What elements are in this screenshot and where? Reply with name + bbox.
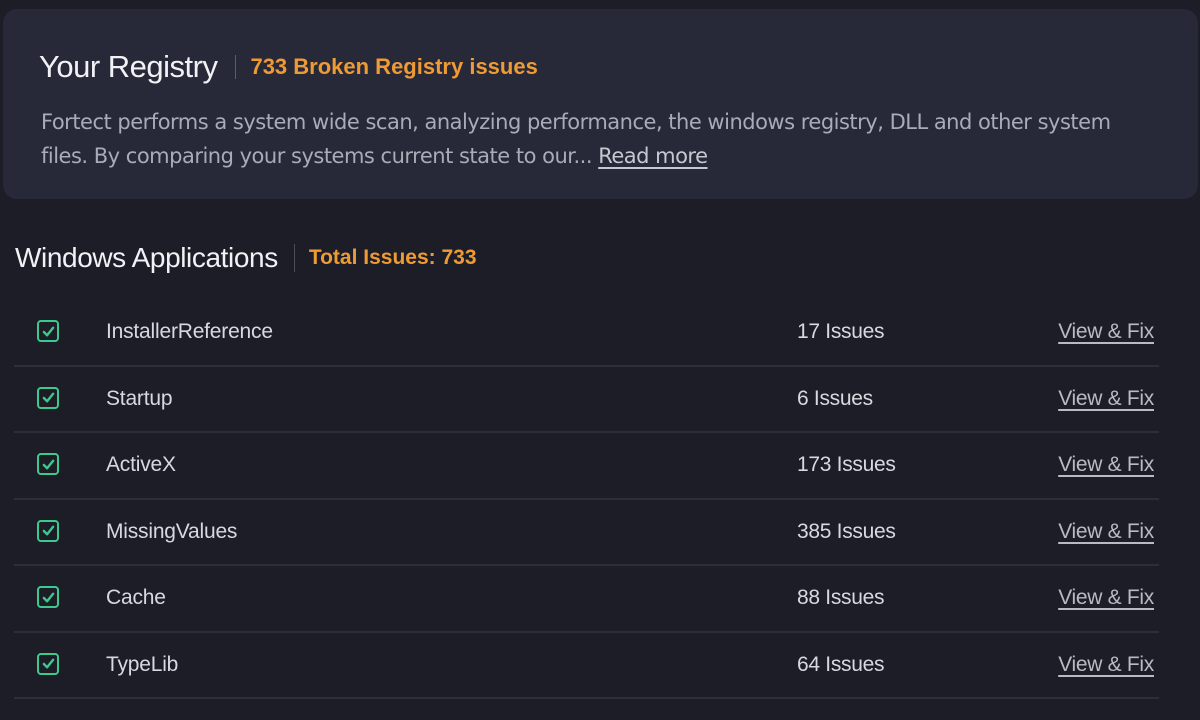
section-title: Windows Applications bbox=[15, 242, 278, 273]
item-issue-count: 6 Issues bbox=[797, 386, 873, 410]
item-checkbox[interactable] bbox=[37, 453, 59, 475]
card-description: Fortect performs a system wide scan, ana… bbox=[41, 105, 1151, 173]
view-fix-link[interactable]: View & Fix bbox=[1058, 586, 1154, 610]
divider bbox=[235, 55, 237, 79]
list-item: TypeLib 64 Issues View & Fix bbox=[14, 633, 1159, 699]
card-title: Your Registry bbox=[39, 49, 218, 84]
checkmark-icon bbox=[42, 525, 54, 536]
item-name: ActiveX bbox=[106, 453, 176, 476]
item-issue-count: 64 Issues bbox=[797, 652, 885, 676]
list-item: MissingValues 385 Issues View & Fix bbox=[14, 500, 1159, 566]
item-name: Startup bbox=[106, 386, 173, 410]
registry-scan-page: Your Registry 733 Broken Registry issues… bbox=[0, 0, 1200, 720]
checkmark-icon bbox=[42, 592, 54, 602]
view-fix-link[interactable]: View & Fix bbox=[1058, 653, 1154, 677]
issues-list: InstallerReference 17 Issues View & Fix … bbox=[14, 300, 1159, 699]
total-issues: Total Issues: 733 bbox=[308, 246, 477, 269]
item-checkbox[interactable] bbox=[37, 586, 59, 608]
item-name: TypeLib bbox=[106, 652, 179, 676]
item-name: MissingValues bbox=[106, 519, 238, 543]
divider bbox=[293, 244, 295, 272]
description-text: Fortect performs a system wide scan, ana… bbox=[41, 110, 1111, 168]
list-item: InstallerReference 17 Issues View & Fix bbox=[14, 300, 1159, 367]
list-item: Cache 88 Issues View & Fix bbox=[14, 566, 1159, 633]
item-issue-count: 88 Issues bbox=[797, 586, 885, 609]
item-name: InstallerReference bbox=[106, 320, 273, 343]
item-issue-count: 17 Issues bbox=[797, 320, 885, 343]
checkmark-icon bbox=[42, 392, 54, 403]
view-fix-link[interactable]: View & Fix bbox=[1058, 387, 1154, 411]
item-checkbox[interactable] bbox=[37, 652, 59, 675]
item-issue-count: 385 Issues bbox=[797, 519, 896, 543]
view-fix-link[interactable]: View & Fix bbox=[1058, 453, 1154, 477]
section-header: Windows Applications Total Issues: 733 bbox=[15, 242, 477, 274]
broken-issues-count: 733 Broken Registry issues bbox=[250, 54, 538, 79]
item-checkbox[interactable] bbox=[37, 519, 59, 542]
registry-summary-card: Your Registry 733 Broken Registry issues… bbox=[3, 9, 1198, 199]
item-name: Cache bbox=[106, 586, 166, 609]
item-checkbox[interactable] bbox=[37, 386, 59, 409]
list-item: ActiveX 173 Issues View & Fix bbox=[14, 433, 1159, 500]
checkmark-icon bbox=[42, 658, 54, 669]
read-more-link[interactable]: Read more bbox=[598, 144, 708, 168]
view-fix-link[interactable]: View & Fix bbox=[1058, 320, 1154, 344]
item-checkbox[interactable] bbox=[37, 320, 59, 342]
list-item: Startup 6 Issues View & Fix bbox=[14, 367, 1159, 433]
checkmark-icon bbox=[42, 326, 54, 336]
view-fix-link[interactable]: View & Fix bbox=[1058, 520, 1154, 544]
item-issue-count: 173 Issues bbox=[797, 453, 896, 476]
checkmark-icon bbox=[42, 459, 54, 469]
card-header: Your Registry 733 Broken Registry issues bbox=[39, 49, 538, 85]
